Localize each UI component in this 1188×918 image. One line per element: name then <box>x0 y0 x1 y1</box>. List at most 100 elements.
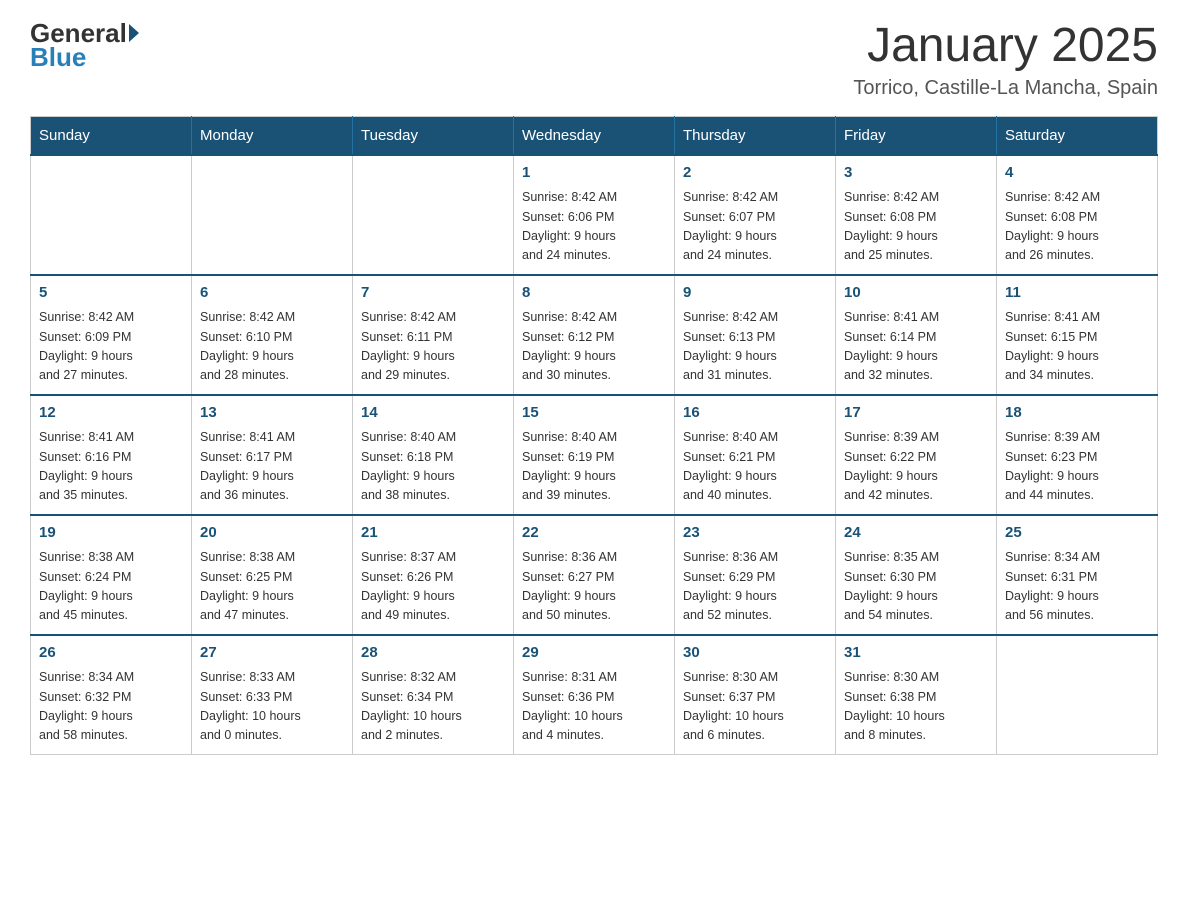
day-info: Sunrise: 8:42 AM Sunset: 6:07 PM Dayligh… <box>683 188 827 266</box>
day-number: 14 <box>361 402 505 425</box>
day-info: Sunrise: 8:42 AM Sunset: 6:09 PM Dayligh… <box>39 308 183 386</box>
day-info: Sunrise: 8:42 AM Sunset: 6:12 PM Dayligh… <box>522 308 666 386</box>
day-info: Sunrise: 8:37 AM Sunset: 6:26 PM Dayligh… <box>361 548 505 626</box>
day-cell-14: 14 Sunrise: 8:40 AM Sunset: 6:18 PM Dayli… <box>353 395 514 515</box>
day-info: Sunrise: 8:30 AM Sunset: 6:37 PM Dayligh… <box>683 668 827 746</box>
day-cell-10: 10 Sunrise: 8:41 AM Sunset: 6:14 PM Dayli… <box>836 275 997 395</box>
day-cell-21: 21 Sunrise: 8:37 AM Sunset: 6:26 PM Dayli… <box>353 515 514 635</box>
day-cell-30: 30Sunrise: 8:30 AM Sunset: 6:37 PM Dayli… <box>675 635 836 755</box>
day-number: 6 <box>200 282 344 305</box>
day-number: 18 <box>1005 402 1149 425</box>
day-cell-16: 16 Sunrise: 8:40 AM Sunset: 6:21 PM Dayli… <box>675 395 836 515</box>
day-info: Sunrise: 8:42 AM Sunset: 6:06 PM Dayligh… <box>522 188 666 266</box>
day-info: Sunrise: 8:39 AM Sunset: 6:23 PM Dayligh… <box>1005 428 1149 506</box>
day-cell-5: 5 Sunrise: 8:42 AM Sunset: 6:09 PM Daylig… <box>31 275 192 395</box>
day-info: Sunrise: 8:41 AM Sunset: 6:16 PM Dayligh… <box>39 428 183 506</box>
header-sunday: Sunday <box>31 116 192 155</box>
day-cell-24: 24Sunrise: 8:35 AM Sunset: 6:30 PM Dayli… <box>836 515 997 635</box>
day-cell-28: 28 Sunrise: 8:32 AM Sunset: 6:34 PM Dayli… <box>353 635 514 755</box>
day-cell-empty <box>192 155 353 275</box>
day-number: 19 <box>39 522 183 545</box>
day-info: Sunrise: 8:34 AM Sunset: 6:31 PM Dayligh… <box>1005 548 1149 626</box>
calendar-header: SundayMondayTuesdayWednesdayThursdayFrid… <box>31 116 1158 155</box>
week-row-4: 19 Sunrise: 8:38 AM Sunset: 6:24 PM Dayli… <box>31 515 1158 635</box>
day-cell-19: 19 Sunrise: 8:38 AM Sunset: 6:24 PM Dayli… <box>31 515 192 635</box>
day-cell-2: 2Sunrise: 8:42 AM Sunset: 6:07 PM Daylig… <box>675 155 836 275</box>
day-number: 8 <box>522 282 666 305</box>
day-cell-empty <box>31 155 192 275</box>
day-cell-25: 25 Sunrise: 8:34 AM Sunset: 6:31 PM Dayli… <box>997 515 1158 635</box>
day-info: Sunrise: 8:39 AM Sunset: 6:22 PM Dayligh… <box>844 428 988 506</box>
day-info: Sunrise: 8:40 AM Sunset: 6:19 PM Dayligh… <box>522 428 666 506</box>
day-number: 17 <box>844 402 988 425</box>
day-cell-empty <box>353 155 514 275</box>
day-info: Sunrise: 8:40 AM Sunset: 6:21 PM Dayligh… <box>683 428 827 506</box>
day-cell-18: 18 Sunrise: 8:39 AM Sunset: 6:23 PM Dayli… <box>997 395 1158 515</box>
day-number: 16 <box>683 402 827 425</box>
day-cell-12: 12Sunrise: 8:41 AM Sunset: 6:16 PM Dayli… <box>31 395 192 515</box>
day-info: Sunrise: 8:41 AM Sunset: 6:17 PM Dayligh… <box>200 428 344 506</box>
day-number: 22 <box>522 522 666 545</box>
day-number: 7 <box>361 282 505 305</box>
header-tuesday: Tuesday <box>353 116 514 155</box>
day-number: 5 <box>39 282 183 305</box>
day-number: 20 <box>200 522 344 545</box>
day-info: Sunrise: 8:42 AM Sunset: 6:10 PM Dayligh… <box>200 308 344 386</box>
day-info: Sunrise: 8:32 AM Sunset: 6:34 PM Dayligh… <box>361 668 505 746</box>
day-info: Sunrise: 8:41 AM Sunset: 6:15 PM Dayligh… <box>1005 308 1149 386</box>
page-subtitle: Torrico, Castille-La Mancha, Spain <box>853 77 1158 100</box>
day-number: 26 <box>39 642 183 665</box>
day-info: Sunrise: 8:35 AM Sunset: 6:30 PM Dayligh… <box>844 548 988 626</box>
day-cell-13: 13 Sunrise: 8:41 AM Sunset: 6:17 PM Dayli… <box>192 395 353 515</box>
day-number: 25 <box>1005 522 1149 545</box>
page-header: General Blue January 2025 Torrico, Casti… <box>30 20 1158 100</box>
day-info: Sunrise: 8:42 AM Sunset: 6:11 PM Dayligh… <box>361 308 505 386</box>
day-number: 10 <box>844 282 988 305</box>
day-info: Sunrise: 8:33 AM Sunset: 6:33 PM Dayligh… <box>200 668 344 746</box>
day-cell-3: 3Sunrise: 8:42 AM Sunset: 6:08 PM Daylig… <box>836 155 997 275</box>
day-cell-22: 22 Sunrise: 8:36 AM Sunset: 6:27 PM Dayli… <box>514 515 675 635</box>
day-cell-15: 15Sunrise: 8:40 AM Sunset: 6:19 PM Dayli… <box>514 395 675 515</box>
week-row-1: 1 Sunrise: 8:42 AM Sunset: 6:06 PM Daylig… <box>31 155 1158 275</box>
day-number: 1 <box>522 162 666 185</box>
header-thursday: Thursday <box>675 116 836 155</box>
day-info: Sunrise: 8:36 AM Sunset: 6:27 PM Dayligh… <box>522 548 666 626</box>
calendar-table: SundayMondayTuesdayWednesdayThursdayFrid… <box>30 116 1158 755</box>
day-number: 29 <box>522 642 666 665</box>
header-monday: Monday <box>192 116 353 155</box>
logo: General Blue <box>30 20 139 70</box>
day-number: 9 <box>683 282 827 305</box>
day-header-row: SundayMondayTuesdayWednesdayThursdayFrid… <box>31 116 1158 155</box>
day-number: 28 <box>361 642 505 665</box>
day-info: Sunrise: 8:38 AM Sunset: 6:24 PM Dayligh… <box>39 548 183 626</box>
day-info: Sunrise: 8:42 AM Sunset: 6:13 PM Dayligh… <box>683 308 827 386</box>
day-cell-1: 1 Sunrise: 8:42 AM Sunset: 6:06 PM Daylig… <box>514 155 675 275</box>
day-cell-17: 17 Sunrise: 8:39 AM Sunset: 6:22 PM Dayli… <box>836 395 997 515</box>
day-number: 21 <box>361 522 505 545</box>
title-section: January 2025 Torrico, Castille-La Mancha… <box>853 20 1158 100</box>
day-cell-11: 11 Sunrise: 8:41 AM Sunset: 6:15 PM Dayli… <box>997 275 1158 395</box>
day-info: Sunrise: 8:40 AM Sunset: 6:18 PM Dayligh… <box>361 428 505 506</box>
logo-arrow-icon <box>129 24 139 42</box>
day-number: 11 <box>1005 282 1149 305</box>
day-info: Sunrise: 8:30 AM Sunset: 6:38 PM Dayligh… <box>844 668 988 746</box>
day-cell-6: 6 Sunrise: 8:42 AM Sunset: 6:10 PM Daylig… <box>192 275 353 395</box>
header-saturday: Saturday <box>997 116 1158 155</box>
day-info: Sunrise: 8:31 AM Sunset: 6:36 PM Dayligh… <box>522 668 666 746</box>
day-number: 27 <box>200 642 344 665</box>
day-cell-23: 23Sunrise: 8:36 AM Sunset: 6:29 PM Dayli… <box>675 515 836 635</box>
day-info: Sunrise: 8:34 AM Sunset: 6:32 PM Dayligh… <box>39 668 183 746</box>
week-row-2: 5 Sunrise: 8:42 AM Sunset: 6:09 PM Daylig… <box>31 275 1158 395</box>
day-info: Sunrise: 8:41 AM Sunset: 6:14 PM Dayligh… <box>844 308 988 386</box>
day-cell-29: 29 Sunrise: 8:31 AM Sunset: 6:36 PM Dayli… <box>514 635 675 755</box>
day-info: Sunrise: 8:38 AM Sunset: 6:25 PM Dayligh… <box>200 548 344 626</box>
day-info: Sunrise: 8:42 AM Sunset: 6:08 PM Dayligh… <box>1005 188 1149 266</box>
day-number: 13 <box>200 402 344 425</box>
week-row-3: 12Sunrise: 8:41 AM Sunset: 6:16 PM Dayli… <box>31 395 1158 515</box>
day-cell-empty <box>997 635 1158 755</box>
calendar-body: 1 Sunrise: 8:42 AM Sunset: 6:06 PM Daylig… <box>31 155 1158 755</box>
day-info: Sunrise: 8:42 AM Sunset: 6:08 PM Dayligh… <box>844 188 988 266</box>
day-number: 31 <box>844 642 988 665</box>
day-number: 23 <box>683 522 827 545</box>
day-cell-9: 9 Sunrise: 8:42 AM Sunset: 6:13 PM Daylig… <box>675 275 836 395</box>
